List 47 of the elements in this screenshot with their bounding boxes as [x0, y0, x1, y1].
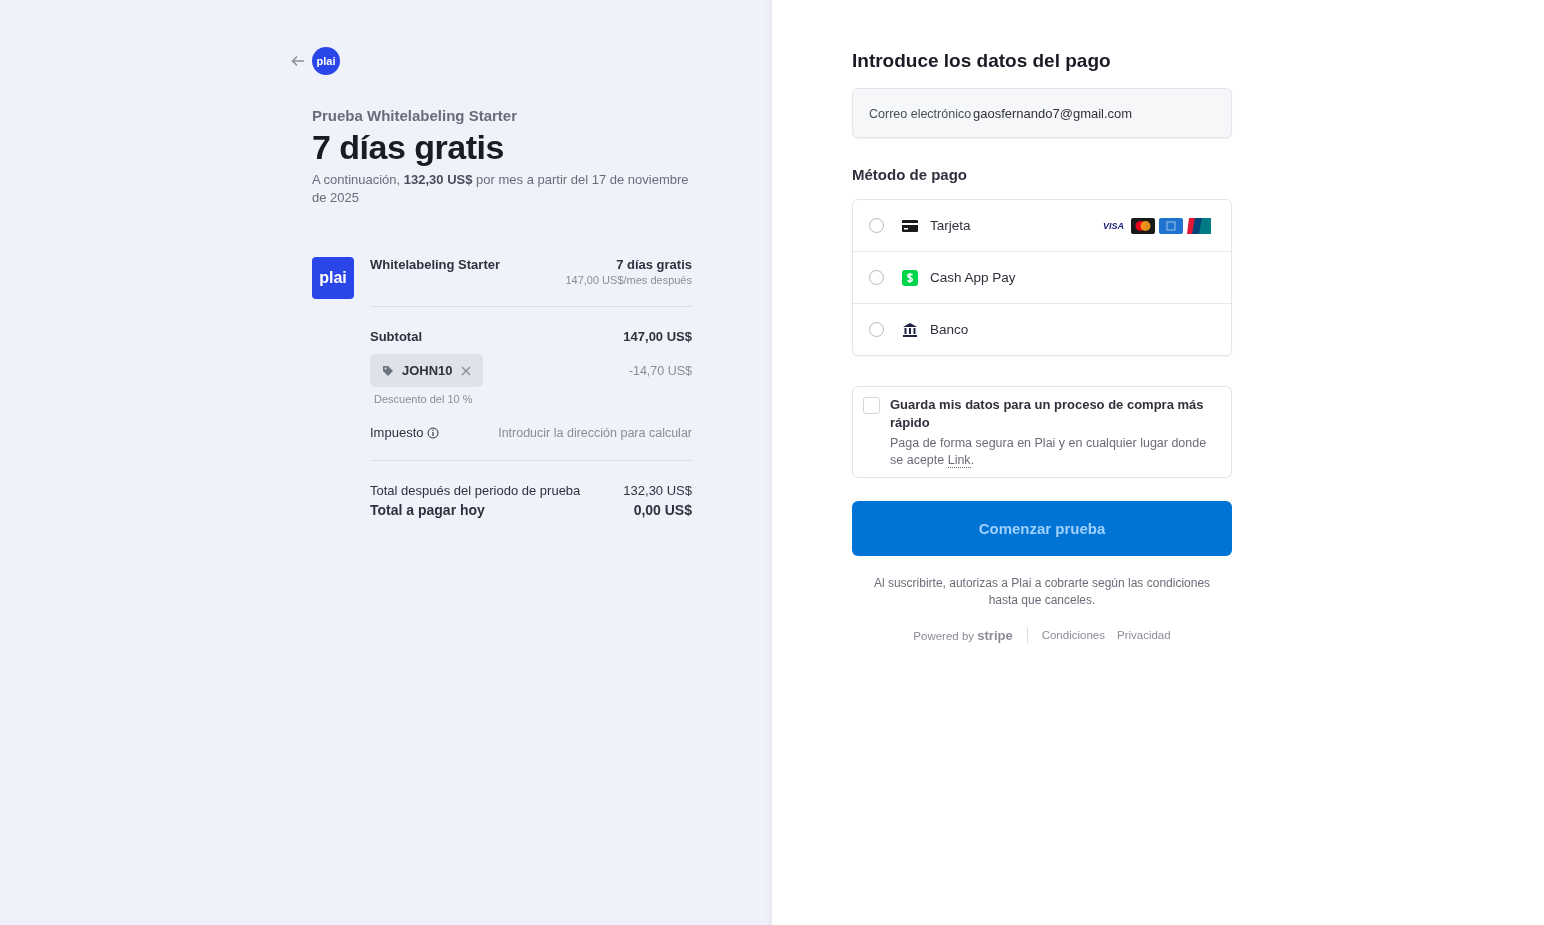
- remove-icon[interactable]: [460, 365, 471, 376]
- card-icon: [902, 219, 918, 232]
- plai-logo[interactable]: plai: [312, 47, 340, 75]
- trial-description: A continuación, 132,30 US$ por mes a partir del 17 de noviembre de 2025: [312, 171, 690, 207]
- product-logo: plai: [312, 257, 354, 299]
- checkbox[interactable]: [863, 397, 880, 414]
- product-price-note: 147,00 US$/mes después: [565, 274, 692, 286]
- payment-option[interactable]: Banco: [853, 303, 1231, 355]
- save-details-title: Guarda mis datos para un proceso de compra más rápido: [890, 396, 1205, 432]
- trial-title: 7 días gratis: [312, 128, 505, 167]
- powered-by-stripe[interactable]: Powered by stripe: [913, 627, 1013, 643]
- subtotal-value: 147,00 US$: [623, 329, 692, 344]
- payment-option-label: Banco: [930, 322, 969, 337]
- legal-text: Al suscribirte, autorizas a Plai a cobrarte según las condiciones hasta que canceles.: [872, 575, 1212, 609]
- payment-option[interactable]: Cash App Pay: [853, 251, 1231, 303]
- visa-logo: VISA: [1102, 219, 1125, 233]
- total-label: Total a pagar hoy: [370, 502, 485, 518]
- total-label: Total después del periodo de prueba: [370, 483, 581, 498]
- product-price: 7 días gratis: [616, 257, 692, 272]
- save-details-text: Paga de forma segura en Plai y en cualquier lugar donde se acepte Link.: [890, 435, 1208, 469]
- email-label: Correo electrónico: [869, 106, 973, 123]
- back-arrow-icon[interactable]: [291, 55, 305, 67]
- footer-link[interactable]: Condiciones: [1041, 629, 1105, 641]
- total-value: 132,30 US$: [623, 483, 692, 498]
- dollar-icon: [902, 269, 918, 286]
- email-value: gaosfernando7@gmail.com: [973, 105, 1133, 123]
- product-name: Whitelabeling Starter: [370, 257, 501, 274]
- payment-option-label: Cash App Pay: [930, 270, 1016, 285]
- payment-method-heading: Método de pago: [852, 166, 968, 183]
- payment-heading: Introduce los datos del pago: [852, 50, 1112, 72]
- payment-option[interactable]: Tarjeta VISA: [853, 200, 1231, 251]
- info-icon[interactable]: [427, 426, 440, 439]
- mastercard-logo: [1131, 217, 1155, 234]
- email-field[interactable]: Correo electrónicogaosfernando7@gmail.com: [852, 88, 1232, 138]
- discount-note: Descuento del 10 %: [374, 393, 474, 405]
- coupon-code: JOHN10: [402, 363, 453, 378]
- bank-icon: [902, 321, 918, 338]
- plan-name: Prueba Whitelabeling Starter: [312, 107, 519, 124]
- tax-label: Impuesto: [370, 425, 424, 440]
- payment-option-label: Tarjeta: [930, 218, 971, 233]
- total-value: 0,00 US$: [633, 502, 692, 518]
- tax-hint: Introducir la dirección para calcular: [498, 425, 692, 440]
- tag-icon: [382, 364, 394, 377]
- subtotal-label: Subtotal: [370, 329, 422, 344]
- discount-amount: -14,70 US$: [628, 363, 692, 378]
- footer-link[interactable]: Privacidad: [1116, 629, 1171, 641]
- link-link[interactable]: Link: [947, 453, 971, 468]
